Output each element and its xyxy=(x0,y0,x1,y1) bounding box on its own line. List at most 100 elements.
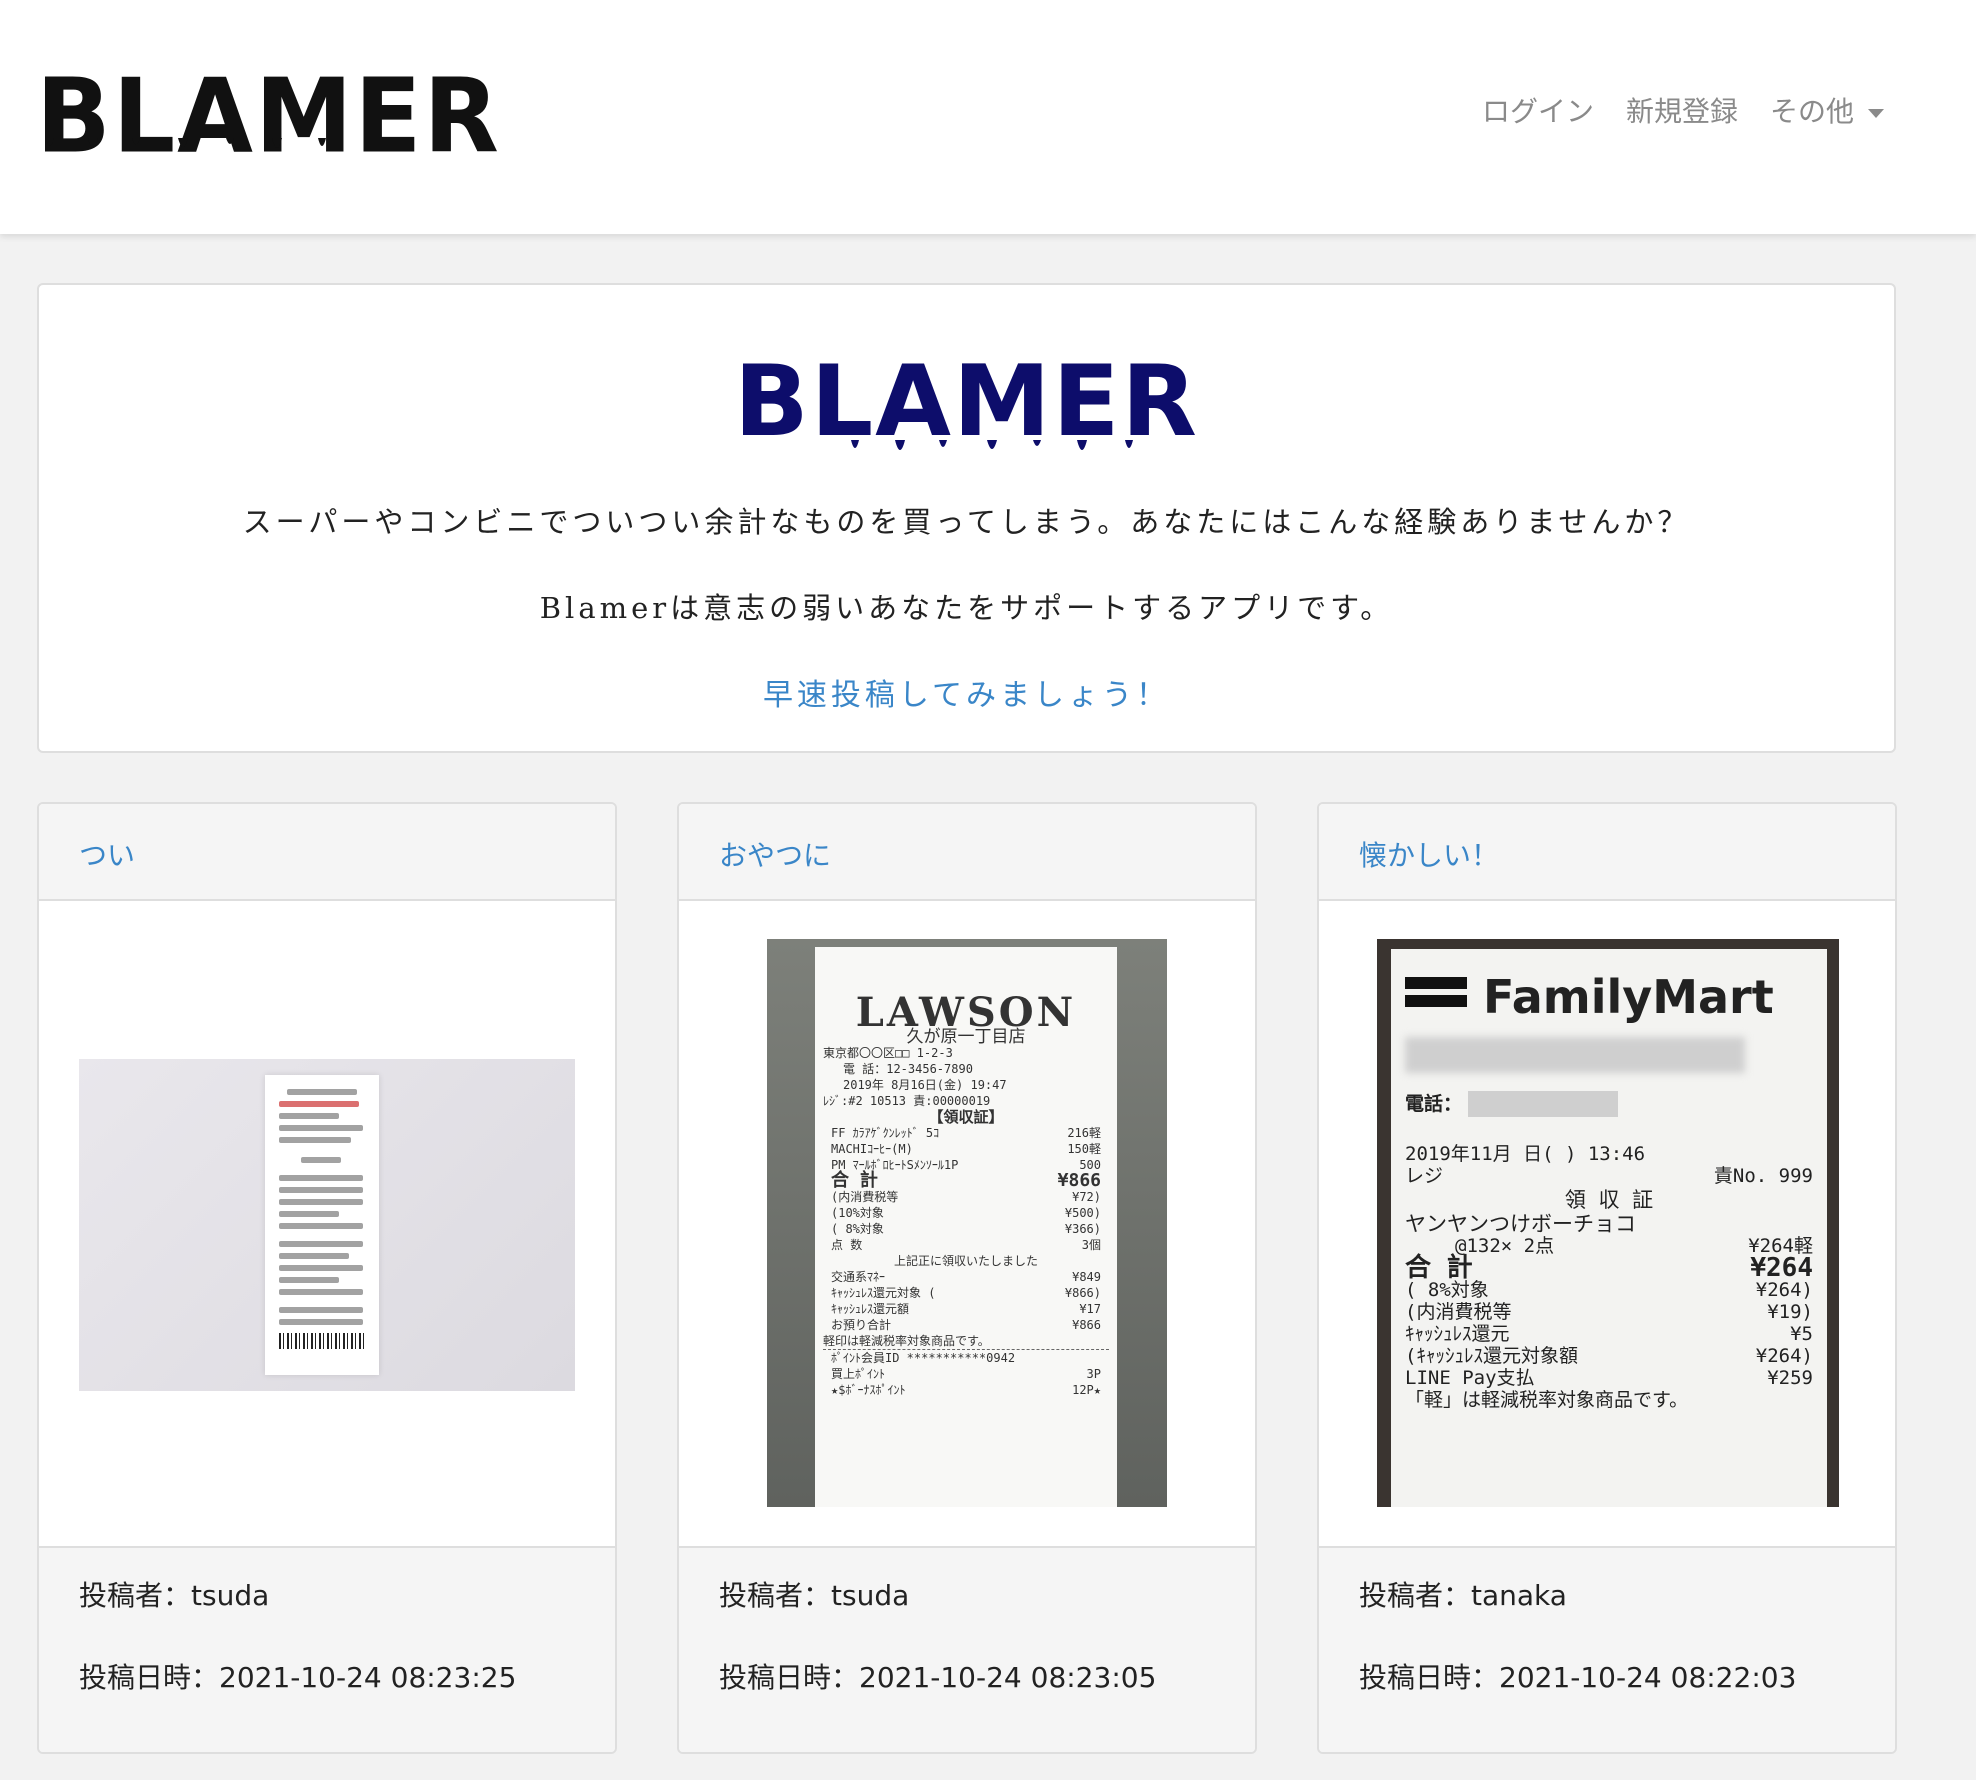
receipt-row-value: ¥19) xyxy=(1767,1301,1813,1323)
receipt-total-label: 合 計 xyxy=(1405,1253,1473,1283)
hero-jumbotron: BLAMER スーパーやコンビニでついつい余計なものを買ってしまう。あなたにはこ… xyxy=(37,283,1896,753)
post-now-link[interactable]: 早速投稿してみましょう！ xyxy=(39,670,1894,714)
receipt-phone-row: 電話： xyxy=(1405,1091,1813,1117)
nav-more-dropdown[interactable]: その他 xyxy=(1770,90,1884,130)
receipt-row-label: ｷｬｯｼｭﾚｽ還元額 xyxy=(831,1302,910,1316)
lawson-receipt-photo[interactable]: LAWSON 久が原一丁目店 東京都〇〇区□□ 1-2-3 電 話：12-345… xyxy=(767,939,1167,1507)
receipt-row-label: (内消費税等 xyxy=(831,1190,899,1204)
nav-login-link[interactable]: ログイン xyxy=(1482,90,1594,130)
receipt-register: レジ xyxy=(1405,1165,1444,1187)
receipt-row-label: (ｷｬｯｼｭﾚｽ還元対象額 xyxy=(1405,1345,1578,1367)
receipt-details: (内消費税等 ¥72) (10%対象 ¥500) ( 8%対象 ¥366) 点 数 3個 xyxy=(823,1189,1109,1253)
receipt-row-value: ¥866 xyxy=(1072,1318,1101,1332)
post-author: 投稿者：tsuda xyxy=(79,1579,270,1612)
hero-drip-decoration xyxy=(851,440,1133,450)
familymart-receipt-photo[interactable]: FamilyMart 電話： 2019年11月 日( ) 13:46 レジ 責N… xyxy=(1377,939,1839,1507)
receipt-row-value: ¥500) xyxy=(1064,1206,1101,1220)
receipt-row: ﾎﾟｲﾝﾄ会員ID ***********0942 xyxy=(823,1350,1109,1366)
receipt-paper xyxy=(265,1075,379,1375)
post-date: 投稿日時：2021-10-24 08:22:03 xyxy=(1359,1661,1797,1694)
receipt-row-label: お預り合計 xyxy=(831,1318,892,1332)
post-meta: 投稿者：tanaka 投稿日時：2021-10-24 08:22:03 xyxy=(1319,1546,1895,1752)
post-title-link[interactable]: つい xyxy=(39,804,615,901)
receipt-store-name: LAWSON xyxy=(855,989,1077,1036)
receipt-row-label: ﾎﾟｲﾝﾄ会員ID ***********0942 xyxy=(831,1351,1016,1365)
post-author: 投稿者：tanaka xyxy=(1359,1579,1567,1612)
post-title-link[interactable]: おやつに xyxy=(679,804,1255,901)
receipt-paper: LAWSON 久が原一丁目店 東京都〇〇区□□ 1-2-3 電 話：12-345… xyxy=(815,947,1117,1507)
familymart-logo-icon xyxy=(1405,977,1467,1017)
receipt-row: ｷｬｯｼｭﾚｽ還元 ¥5 xyxy=(1405,1323,1813,1345)
receipt-row: LINE Pay支払 ¥259 xyxy=(1405,1367,1813,1389)
receipt-row-label: ｷｬｯｼｭﾚｽ還元 xyxy=(1405,1323,1510,1345)
receipt-row: お預り合計 ¥866 xyxy=(823,1317,1109,1333)
post-image-area: LAWSON 久が原一丁目店 東京都〇〇区□□ 1-2-3 電 話：12-345… xyxy=(679,901,1255,1548)
receipt-row-value: ¥259 xyxy=(1767,1367,1813,1389)
receipt-footnote: 軽印は軽減税率対象商品です。 xyxy=(823,1333,1109,1350)
receipt-row: 交通系ﾏﾈｰ ¥849 xyxy=(823,1269,1109,1285)
hero-description: Blamerは意志の弱いあなたをサポートするアプリです。 xyxy=(539,591,1394,625)
post-meta: 投稿者：tsuda 投稿日時：2021-10-24 08:23:25 xyxy=(39,1546,615,1752)
post-meta: 投稿者：tsuda 投稿日時：2021-10-24 08:23:05 xyxy=(679,1546,1255,1752)
receipt-payments: 交通系ﾏﾈｰ ¥849 ｷｬｯｼｭﾚｽ還元対象 (¥866) ｷｬｯｼｭﾚｽ還元額 ¥1… xyxy=(823,1269,1109,1333)
blurred-address xyxy=(1405,1037,1745,1073)
receipt-total-row: 合 計 ¥866 xyxy=(823,1170,1109,1191)
receipt-brand-row: FamilyMart xyxy=(1405,974,1813,1020)
receipt-row-value: ¥264) xyxy=(1755,1345,1813,1367)
post-card: つい 投稿者：tsuda 投稿日時：2021-10-24 08:23:25 xyxy=(37,802,617,1754)
chevron-down-icon xyxy=(1868,108,1884,118)
receipt-row-label: LINE Pay支払 xyxy=(1405,1367,1535,1389)
receipt-row-value: 3個 xyxy=(1081,1238,1101,1252)
nav-links: ログイン 新規登録 その他 xyxy=(1482,90,1884,130)
receipt-row-value: ¥849 xyxy=(1072,1270,1101,1284)
receipt-row: (10%対象 ¥500) xyxy=(823,1205,1109,1221)
receipt-photo[interactable] xyxy=(79,1059,575,1391)
receipt-row-value: ¥866) xyxy=(1064,1286,1101,1300)
receipt-row-label: MACHIｺｰﾋｰ(M) xyxy=(831,1142,913,1156)
receipt-total: ¥866 xyxy=(1057,1170,1101,1191)
receipt-row: MACHIｺｰﾋｰ(M) 150軽 xyxy=(823,1141,1109,1157)
receipt-staff: 責No. 999 xyxy=(1713,1165,1813,1187)
receipt-row-value: 3P xyxy=(1086,1367,1101,1381)
receipt-heading: 【領収証】 xyxy=(928,1108,1004,1126)
post-date: 投稿日時：2021-10-24 08:23:05 xyxy=(719,1661,1157,1694)
navbar: BLAMER ログイン 新規登録 その他 xyxy=(0,0,1976,234)
receipt-footnote: 「軽」は軽減税率対象商品です。 xyxy=(1405,1389,1689,1411)
receipt-row-value: ¥17 xyxy=(1079,1302,1101,1316)
post-card: 懐かしい！ FamilyMart 電話： 2019年11月 日( ) 13:46… xyxy=(1317,802,1897,1754)
receipt-row-value: ¥264) xyxy=(1755,1279,1813,1301)
receipt-row-label: 点 数 xyxy=(831,1238,863,1252)
receipt-phone: 電 話：12-3456-7890 xyxy=(843,1062,973,1076)
post-image-area xyxy=(39,901,615,1548)
receipt-row-value: ¥366) xyxy=(1064,1222,1101,1236)
receipt-row: ★$ﾎﾞｰﾅｽﾎﾟｲﾝﾄ 12P★ xyxy=(823,1382,1109,1398)
receipt-row-value: 216軽 xyxy=(1067,1126,1101,1140)
receipt-phone: 電話： xyxy=(1405,1093,1463,1115)
receipt-row-label: ★$ﾎﾞｰﾅｽﾎﾟｲﾝﾄ xyxy=(831,1383,906,1397)
receipt-row: FF ｶﾗｱｹﾞｸﾝﾚｯﾄﾞ 5ｺ 216軽 xyxy=(823,1125,1109,1141)
nav-signup-link[interactable]: 新規登録 xyxy=(1626,90,1738,130)
post-title-link[interactable]: 懐かしい！ xyxy=(1319,804,1895,901)
receipt-row-label: 買上ﾎﾟｲﾝﾄ xyxy=(831,1367,886,1381)
receipt-row-value: 12P★ xyxy=(1072,1383,1101,1397)
receipt-details: ( 8%対象 ¥264) (内消費税等 ¥19) ｷｬｯｼｭﾚｽ還元 ¥5 (ｷｬｯｼｭﾚｽ… xyxy=(1405,1279,1813,1389)
receipt-points: ﾎﾟｲﾝﾄ会員ID ***********0942 買上ﾎﾟｲﾝﾄ 3P ★$ﾎﾞｰﾅ… xyxy=(823,1350,1109,1398)
brand-drip-decoration xyxy=(46,138,326,148)
receipt-row-value: ¥5 xyxy=(1790,1323,1813,1345)
receipt-row: ｷｬｯｼｭﾚｽ還元対象 (¥866) xyxy=(823,1285,1109,1301)
receipt-heading: 領 収 証 xyxy=(1564,1188,1654,1212)
receipt-datetime: 2019年 8月16日(金) 19:47 xyxy=(843,1078,1007,1092)
blurred-phone xyxy=(1468,1091,1619,1117)
post-date: 投稿日時：2021-10-24 08:23:25 xyxy=(79,1661,517,1694)
receipt-datetime: 2019年11月 日( ) 13:46 xyxy=(1405,1143,1646,1165)
receipt-row-label: (内消費税等 xyxy=(1405,1301,1512,1323)
receipt-items: FF ｶﾗｱｹﾞｸﾝﾚｯﾄﾞ 5ｺ 216軽 MACHIｺｰﾋｰ(M) 150軽 PM … xyxy=(823,1125,1109,1173)
post-image-area: FamilyMart 電話： 2019年11月 日( ) 13:46 レジ 責N… xyxy=(1319,901,1895,1548)
receipt-row: 買上ﾎﾟｲﾝﾄ 3P xyxy=(823,1366,1109,1382)
receipt-row-label: (10%対象 xyxy=(831,1206,884,1220)
receipt-total: ¥264 xyxy=(1750,1253,1813,1283)
post-card: おやつに LAWSON 久が原一丁目店 東京都〇〇区□□ 1-2-3 電 話：1… xyxy=(677,802,1257,1754)
post-author: 投稿者：tsuda xyxy=(719,1579,910,1612)
receipt-total-label: 合 計 xyxy=(831,1170,878,1191)
nav-more-label: その他 xyxy=(1769,95,1854,128)
